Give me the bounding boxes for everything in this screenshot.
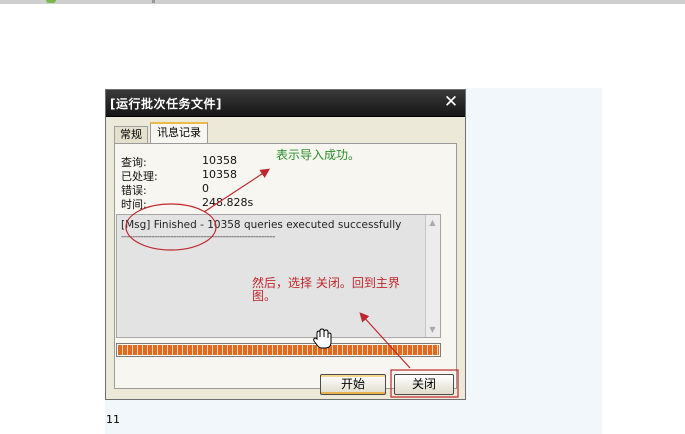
annotation-overlay xyxy=(125,168,459,398)
page-number: 11 xyxy=(106,413,120,426)
success-arrow xyxy=(203,168,271,213)
close-arrow xyxy=(359,312,411,369)
highlight-ellipse xyxy=(125,203,217,251)
hand-cursor-icon xyxy=(313,328,332,349)
close-button-highlight xyxy=(390,369,459,398)
